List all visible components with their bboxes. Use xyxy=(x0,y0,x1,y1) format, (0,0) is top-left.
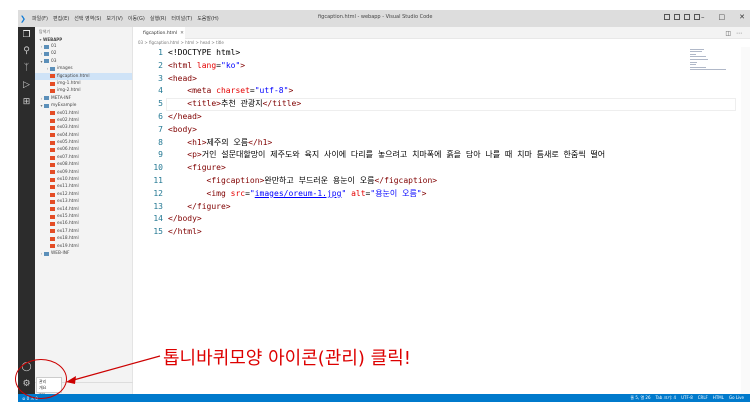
annotation-circle xyxy=(15,359,67,399)
annotation-text: 톱니바퀴모양 아이콘(관리) 클릭! xyxy=(163,348,411,369)
